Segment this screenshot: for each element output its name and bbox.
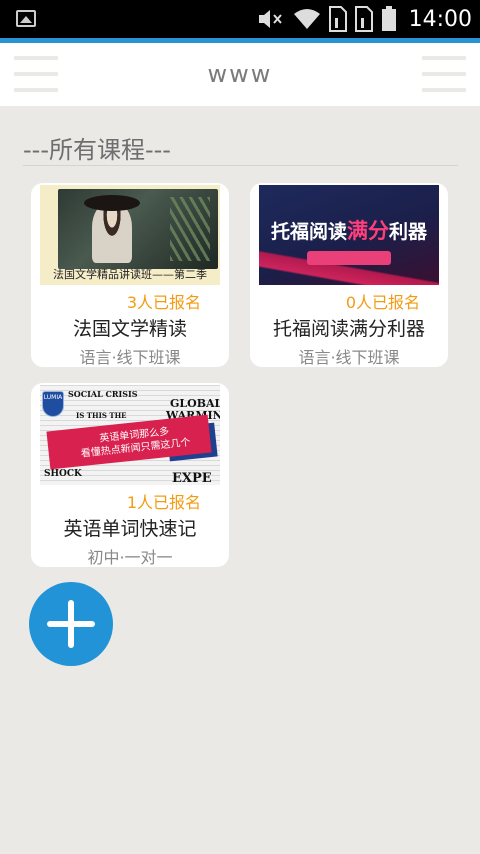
course-thumbnail: 托福阅读满分利器: [259, 185, 439, 285]
app-bar: www: [0, 43, 480, 106]
thumbnail-headline: 托福阅读满分利器: [270, 219, 428, 243]
course-category: 语言·线下班课: [298, 348, 400, 367]
course-card-english-vocabulary[interactable]: SOCIAL CRISIS GLOBAL WARMING IS THIS THE…: [31, 383, 229, 567]
course-name: 托福阅读满分利器: [272, 318, 425, 340]
app-title: www: [207, 60, 273, 88]
section-divider: [23, 165, 458, 166]
course-category: 语言·线下班课: [79, 348, 181, 367]
battery-icon: [381, 6, 396, 31]
sim2-icon: [354, 6, 373, 32]
course-thumbnail: 法国文学精品讲读班——第二季: [40, 185, 220, 285]
add-course-button[interactable]: [29, 582, 113, 666]
course-category: 初中·一对一: [87, 548, 173, 567]
clock: 14:00: [408, 6, 472, 32]
enrolled-count: 3人已报名: [126, 293, 201, 312]
image-icon: [16, 10, 36, 27]
enrolled-count: 0人已报名: [345, 293, 420, 312]
section-title: ---所有课程---: [23, 136, 171, 164]
thumbnail-pill: [307, 251, 391, 265]
course-name: 法国文学精读: [72, 318, 187, 340]
status-bar: 14:00: [0, 0, 480, 38]
course-card-toefl-reading[interactable]: 托福阅读满分利器 0人已报名 托福阅读满分利器 语言·线下班课: [250, 183, 448, 367]
course-name: 英语单词快速记: [63, 518, 197, 540]
course-card-french-literature[interactable]: 法国文学精品讲读班——第二季 3人已报名 法国文学精读 语言·线下班课: [31, 183, 229, 367]
painting-image: [58, 189, 218, 269]
lumia-logo: LUMIA: [42, 391, 64, 417]
mute-icon: [258, 10, 282, 28]
status-icons: 14:00: [257, 4, 472, 34]
thumbnail-caption: 法国文学精品讲读班——第二季: [53, 268, 207, 281]
course-thumbnail: SOCIAL CRISIS GLOBAL WARMING IS THIS THE…: [40, 385, 220, 485]
right-menu-icon[interactable]: [422, 52, 466, 96]
enrolled-count: 1人已报名: [126, 493, 201, 512]
sim1-icon: [328, 6, 347, 32]
wifi-icon: [293, 9, 320, 29]
